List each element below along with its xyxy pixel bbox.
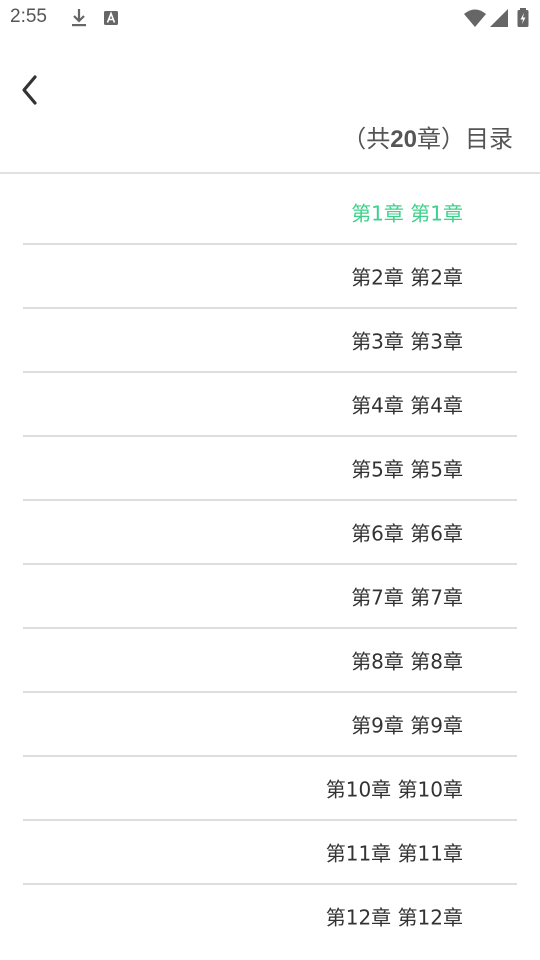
chapter-item-6[interactable]: 第6章 第6章 xyxy=(23,501,517,565)
wifi-icon xyxy=(464,9,486,27)
chapter-item-7[interactable]: 第7章 第7章 xyxy=(23,565,517,629)
chapter-label: 第4章 第4章 xyxy=(351,393,463,418)
status-time: 2:55 xyxy=(10,6,47,27)
a-notification-icon xyxy=(104,11,118,25)
battery-charging-icon xyxy=(517,8,529,27)
chevron-left-icon xyxy=(22,75,37,105)
title-prefix: （共 xyxy=(342,125,391,153)
chapter-label: 第12章 第12章 xyxy=(325,905,463,930)
back-button[interactable] xyxy=(10,68,50,112)
chapter-item-8[interactable]: 第8章 第8章 xyxy=(23,629,517,693)
chapter-count: 20 xyxy=(390,126,417,153)
chapter-item-1[interactable]: 第1章 第1章 xyxy=(23,181,517,245)
chapter-item-2[interactable]: 第2章 第2章 xyxy=(23,245,517,309)
chapter-label: 第5章 第5章 xyxy=(351,457,463,482)
status-bar: 2:55 xyxy=(0,0,540,36)
chapter-item-12[interactable]: 第12章 第12章 xyxy=(23,885,517,947)
chapter-item-10[interactable]: 第10章 第10章 xyxy=(23,757,517,821)
chapter-item-5[interactable]: 第5章 第5章 xyxy=(23,437,517,501)
header-divider xyxy=(0,172,540,174)
chapter-label: 第10章 第10章 xyxy=(325,777,463,802)
chapter-item-3[interactable]: 第3章 第3章 xyxy=(23,309,517,373)
chapter-label: 第3章 第3章 xyxy=(351,329,463,354)
download-icon xyxy=(72,9,86,27)
chapter-item-9[interactable]: 第9章 第9章 xyxy=(23,693,517,757)
chapter-item-4[interactable]: 第4章 第4章 xyxy=(23,373,517,437)
chapter-label: 第6章 第6章 xyxy=(351,521,463,546)
chapter-list: 第1章 第1章 第2章 第2章 第3章 第3章 第4章 第4章 第5章 第5章 … xyxy=(23,181,517,947)
signal-icon xyxy=(490,9,508,27)
chapter-label: 第7章 第7章 xyxy=(351,585,463,610)
chapter-label: 第9章 第9章 xyxy=(351,713,463,738)
chapter-label: 第2章 第2章 xyxy=(351,265,463,290)
chapter-label: 第1章 第1章 xyxy=(351,201,463,226)
page-title: （共20章）目录 xyxy=(342,119,513,154)
chapter-label: 第8章 第8章 xyxy=(351,649,463,674)
title-suffix: 章）目录 xyxy=(417,125,513,153)
chapter-label: 第11章 第11章 xyxy=(325,841,463,866)
chapter-item-11[interactable]: 第11章 第11章 xyxy=(23,821,517,885)
